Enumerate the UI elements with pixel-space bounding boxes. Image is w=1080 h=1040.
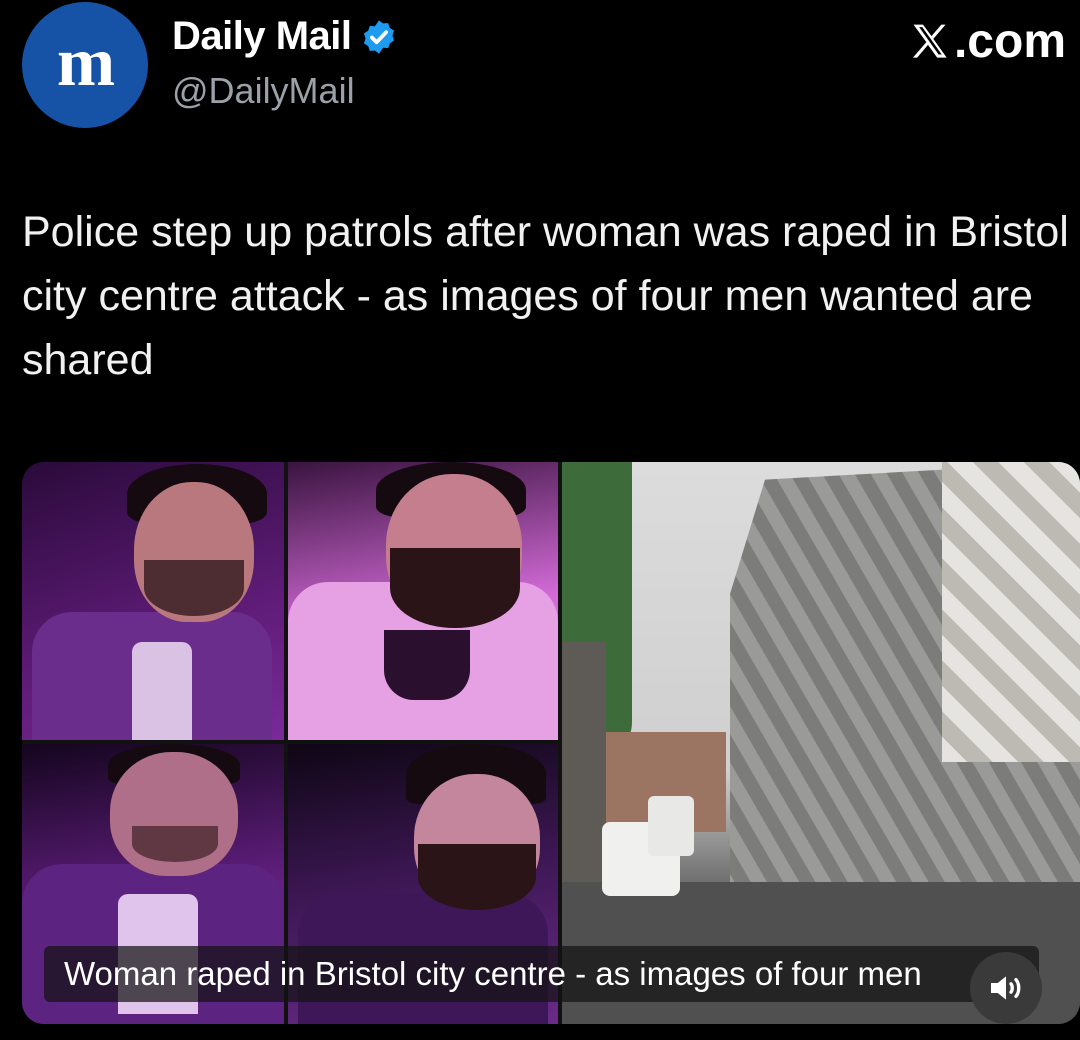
avatar-logo: m (56, 24, 115, 101)
beard (132, 826, 218, 862)
beard (418, 844, 536, 910)
suspect-photo-2[interactable] (288, 462, 558, 740)
avatar[interactable]: m (22, 2, 148, 128)
second-van (648, 796, 694, 856)
media-grid[interactable] (22, 462, 1080, 1024)
display-name[interactable]: Daily Mail (172, 14, 352, 59)
beard (390, 548, 520, 628)
concrete-facade (942, 462, 1080, 762)
handle[interactable]: @DailyMail (172, 70, 355, 112)
street-photo[interactable] (562, 462, 1080, 1024)
tweet-header: m Daily Mail @DailyMail .com (0, 0, 1080, 140)
shirt (132, 642, 192, 740)
sound-button[interactable] (970, 952, 1042, 1024)
beard (144, 560, 244, 616)
shirt (384, 630, 470, 700)
name-row: Daily Mail (172, 14, 398, 59)
media-caption: Woman raped in Bristol city centre - as … (44, 946, 1039, 1002)
speaker-icon (991, 976, 1021, 1000)
x-com-label: .com (908, 14, 1066, 69)
x-logo-icon (912, 24, 947, 58)
verified-badge-icon (363, 19, 394, 54)
suspect-photo-1[interactable] (22, 462, 284, 740)
site-domain: .com (953, 15, 1066, 68)
tweet-text: Police step up patrols after woman was r… (22, 208, 1069, 384)
